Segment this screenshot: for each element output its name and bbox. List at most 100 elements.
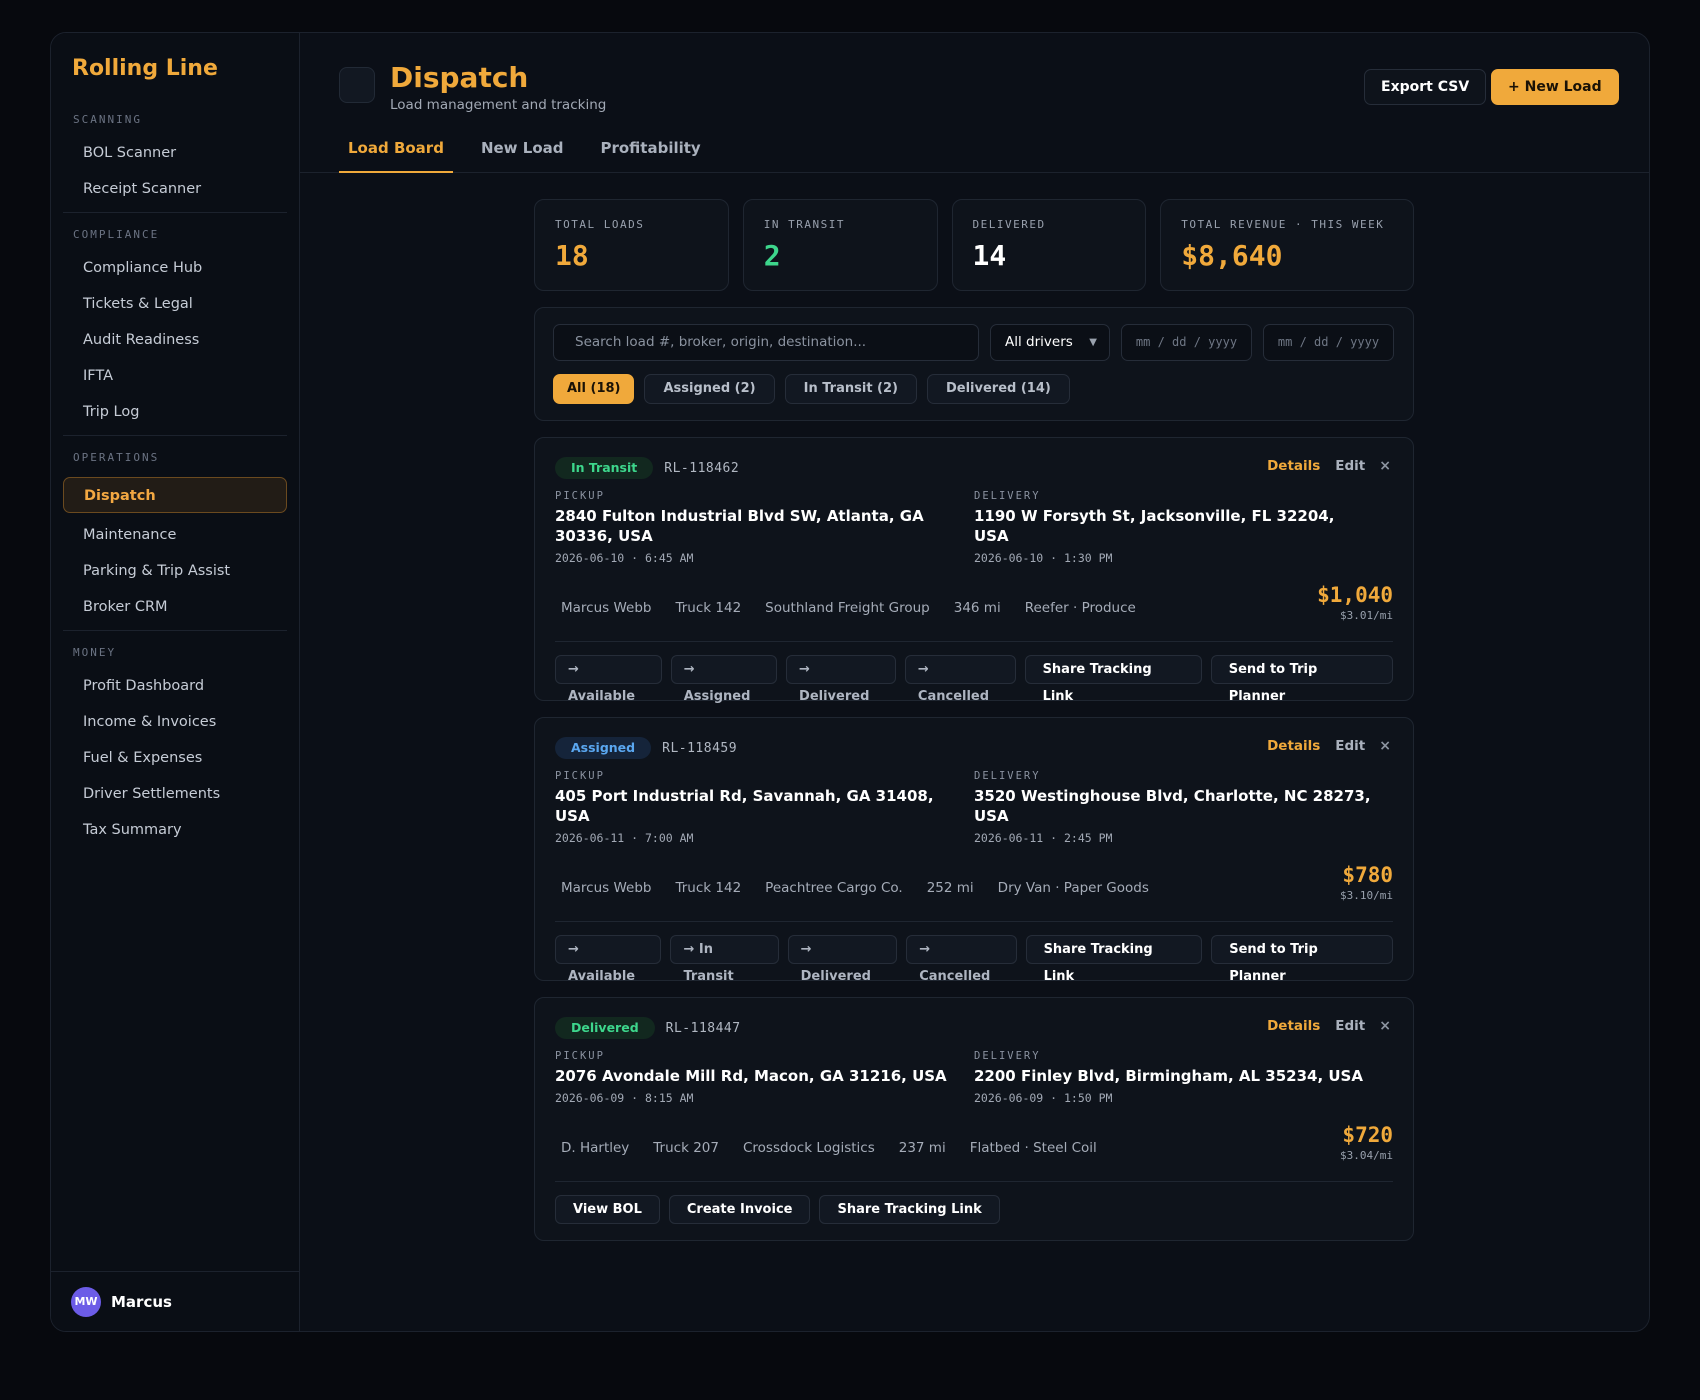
tab-load-board[interactable]: Load Board (339, 139, 453, 173)
rate-per-mile: $3.10/mi (1340, 889, 1393, 902)
sidebar-item-maintenance[interactable]: Maintenance (51, 517, 299, 553)
load-card: In Transit RL-118462 Details Edit × PICKUP 284… (534, 437, 1414, 704)
stat-card-in-transit: IN TRANSIT 2 (742, 199, 938, 291)
rate-block: $720 $3.04/mi (1340, 1123, 1393, 1162)
date-from-input[interactable]: mm / dd / yyyy (1121, 324, 1252, 361)
cancelled-button[interactable]: → Cancelled (904, 655, 1016, 704)
truck-number: Truck 142 (675, 600, 742, 616)
user-profile[interactable]: MW Marcus (51, 1271, 299, 1331)
load-button-row: → Available → Assigned → Delivered → Cancel… (555, 642, 1393, 704)
delivery-column: DELIVERY 2200 Finley Blvd, Birmingham, AL… (974, 1050, 1393, 1105)
chevron-down-icon: ▼ (1089, 337, 1097, 348)
rate-block: $780 $3.10/mi (1340, 863, 1393, 902)
close-icon[interactable]: × (1379, 738, 1391, 754)
available-button[interactable]: → Available (555, 935, 662, 984)
pickup-column: PICKUP 2840 Fulton Industrial Blvd SW, At… (555, 490, 974, 565)
send-to-trip-planner-button[interactable]: Send to Trip Planner (1210, 655, 1393, 704)
available-button[interactable]: → Available (555, 655, 662, 704)
filter-pill-delivered-14[interactable]: Delivered (14) (926, 374, 1070, 404)
delivered-button[interactable]: → Delivered (787, 935, 898, 984)
app-window: Rolling Line SCANNING BOL Scanner Receipt … (50, 32, 1650, 1332)
date-to-input[interactable]: mm / dd / yyyy (1263, 324, 1394, 361)
sidebar-item-dispatch[interactable]: Dispatch (63, 477, 287, 513)
details-link[interactable]: Details (1267, 458, 1320, 474)
sidebar-item-receipt-scanner[interactable]: Receipt Scanner (51, 171, 299, 207)
filter-pill-all-18[interactable]: All (18) (553, 374, 635, 404)
sidebar-item-audit-readiness[interactable]: Audit Readiness (51, 322, 299, 358)
in-transit-button[interactable]: → In Transit (670, 935, 779, 984)
filter-pill-in-transit-2[interactable]: In Transit (2) (784, 374, 917, 404)
sidebar-item-tax-summary[interactable]: Tax Summary (51, 812, 299, 848)
sidebar-item-trip-log[interactable]: Trip Log (51, 394, 299, 430)
delivery-time: 2026-06-10 · 1:30 PM (974, 551, 1113, 565)
distance: 252 mi (926, 880, 974, 896)
assigned-button[interactable]: → Assigned (670, 655, 778, 704)
pickup-label: PICKUP (555, 1050, 605, 1062)
pickup-column: PICKUP 2076 Avondale Mill Rd, Macon, GA 3… (555, 1050, 974, 1105)
sidebar-item-broker-crm[interactable]: Broker CRM (51, 589, 299, 625)
sidebar-item-bol-scanner[interactable]: BOL Scanner (51, 135, 299, 171)
edit-link[interactable]: Edit (1335, 1018, 1365, 1034)
sidebar-item-driver-settlements[interactable]: Driver Settlements (51, 776, 299, 812)
close-icon[interactable]: × (1379, 1018, 1391, 1034)
sidebar-item-income-invoices[interactable]: Income & Invoices (51, 704, 299, 740)
sidebar-item-parking-trip-assist[interactable]: Parking & Trip Assist (51, 553, 299, 589)
new-load-button[interactable]: + New Load (1491, 69, 1619, 105)
stat-value: 2 (763, 239, 781, 272)
pickup-time: 2026-06-09 · 8:15 AM (555, 1091, 694, 1105)
sidebar-item-ifta[interactable]: IFTA (51, 358, 299, 394)
tab-bar: Load Board New Load Profitability (339, 139, 729, 173)
delivered-button[interactable]: → Delivered (786, 655, 896, 704)
search-input[interactable]: Search load #, broker, origin, destinati… (553, 324, 979, 361)
load-card: Delivered RL-118447 Details Edit × PICKUP 2076… (534, 997, 1414, 1241)
pickup-label: PICKUP (555, 770, 605, 782)
driver-select[interactable]: All drivers ▼ (990, 324, 1110, 361)
load-id: RL-118462 (664, 460, 740, 476)
tab-new-load[interactable]: New Load (472, 139, 573, 173)
load-card: Assigned RL-118459 Details Edit × PICKUP 405 P… (534, 717, 1414, 984)
share-tracking-link-button[interactable]: Share Tracking Link (1025, 935, 1203, 984)
stat-card-delivered: DELIVERED 14 (951, 199, 1147, 291)
sidebar-item-profit-dashboard[interactable]: Profit Dashboard (51, 668, 299, 704)
equipment-commodity: Dry Van · Paper Goods (997, 880, 1149, 896)
sidebar-item-compliance-hub[interactable]: Compliance Hub (51, 250, 299, 286)
page-header: Dispatch Load management and tracking Ex… (300, 33, 1649, 173)
sidebar-section-label: OPERATIONS (73, 451, 160, 464)
filter-pill-assigned-2[interactable]: Assigned (2) (644, 374, 775, 404)
export-csv-button[interactable]: Export CSV (1364, 69, 1487, 105)
send-to-trip-planner-button[interactable]: Send to Trip Planner (1211, 935, 1393, 984)
status-filter-pills: All (18) Assigned (2) In Transit (2) Delive… (553, 374, 1070, 404)
avatar[interactable]: MW (71, 1286, 101, 1317)
view-bol-button[interactable]: View BOL (555, 1195, 660, 1224)
main-content: Dispatch Load management and tracking Ex… (300, 33, 1649, 1331)
details-link[interactable]: Details (1267, 738, 1320, 754)
tab-profitability[interactable]: Profitability (591, 139, 709, 173)
stat-card-total-revenue-this-week: TOTAL REVENUE · THIS WEEK $8,640 (1160, 199, 1414, 291)
status-badge: Delivered (555, 1017, 655, 1039)
details-link[interactable]: Details (1267, 1018, 1320, 1034)
share-tracking-link-button[interactable]: Share Tracking Link (1024, 655, 1202, 704)
equipment-commodity: Flatbed · Steel Coil (969, 1140, 1097, 1156)
load-actions: Details Edit × (1267, 1018, 1391, 1034)
sidebar-section-label: COMPLIANCE (73, 228, 160, 241)
delivery-column: DELIVERY 3520 Westinghouse Blvd, Charlott… (974, 770, 1393, 845)
delivery-address: 3520 Westinghouse Blvd, Charlotte, NC 28… (974, 787, 1371, 825)
rate-amount: $1,040 (1317, 583, 1393, 607)
delivery-label: DELIVERY (974, 770, 1041, 782)
edit-link[interactable]: Edit (1335, 458, 1365, 474)
rate-per-mile: $3.01/mi (1340, 609, 1393, 622)
driver-name: D. Hartley (561, 1140, 630, 1156)
sidebar-section-label: MONEY (73, 646, 117, 659)
cancelled-button[interactable]: → Cancelled (906, 935, 1017, 984)
create-invoice-button[interactable]: Create Invoice (668, 1195, 811, 1224)
close-icon[interactable]: × (1379, 458, 1391, 474)
edit-link[interactable]: Edit (1335, 738, 1365, 754)
filter-panel: Search load #, broker, origin, destinati… (534, 307, 1414, 421)
page-title: Dispatch (390, 61, 529, 94)
load-meta-row: Marcus Webb Truck 142 Peachtree Cargo Co. 2… (555, 863, 1393, 907)
sidebar-item-tickets-legal[interactable]: Tickets & Legal (51, 286, 299, 322)
brand-logo[interactable]: Rolling Line (51, 33, 299, 103)
stat-label: IN TRANSIT (763, 218, 845, 231)
sidebar-item-fuel-expenses[interactable]: Fuel & Expenses (51, 740, 299, 776)
share-tracking-link-button[interactable]: Share Tracking Link (819, 1195, 1000, 1224)
